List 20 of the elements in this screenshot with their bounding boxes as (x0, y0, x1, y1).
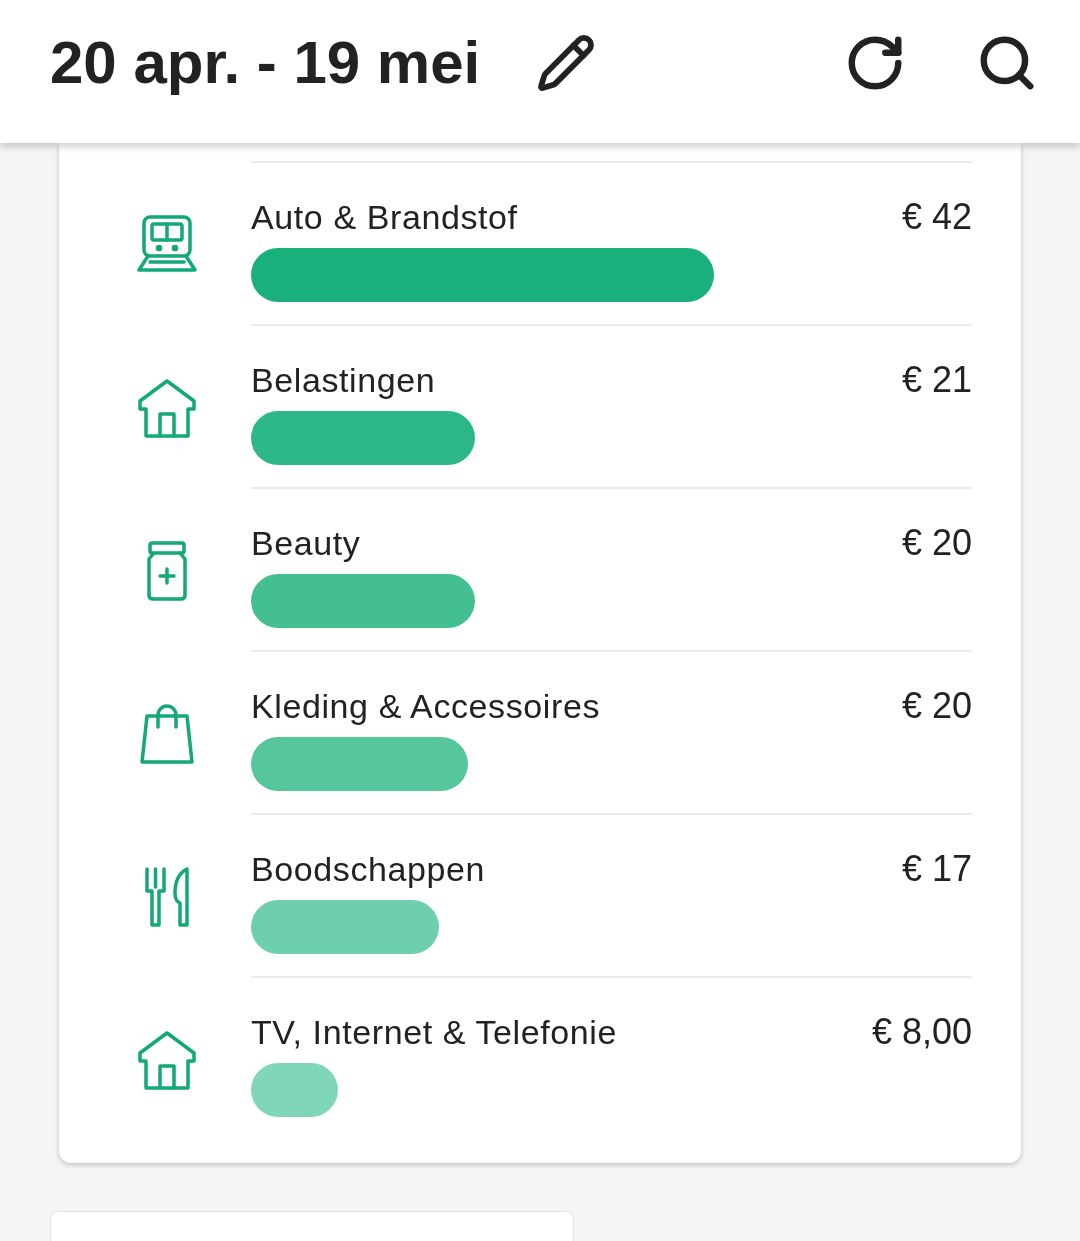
category-name: Auto & Brandstof (251, 197, 518, 237)
category-amount: € 42 (901, 197, 972, 237)
jar-icon (146, 541, 188, 601)
pencil-icon[interactable] (536, 32, 597, 93)
category-name: Boodschappen (251, 849, 486, 889)
bag-icon (139, 704, 195, 764)
category-amount: € 17 (901, 849, 972, 889)
house-icon (137, 1030, 197, 1090)
category-amount: € 20 (901, 523, 972, 563)
cutlery-icon (144, 867, 190, 927)
category-amount: € 21 (901, 360, 972, 400)
house-icon (137, 378, 197, 438)
date-range-title: 20 apr. - 19 mei (50, 27, 481, 98)
category-name: Kleding & Accessoires (251, 686, 600, 726)
category-amount: € 20 (901, 686, 972, 726)
train-icon (137, 215, 197, 273)
category-amount: € 8,00 (871, 1012, 972, 1052)
category-name: Belastingen (251, 360, 436, 400)
category-name: TV, Internet & Telefonie (251, 1012, 617, 1052)
category-name: Beauty (251, 523, 361, 563)
